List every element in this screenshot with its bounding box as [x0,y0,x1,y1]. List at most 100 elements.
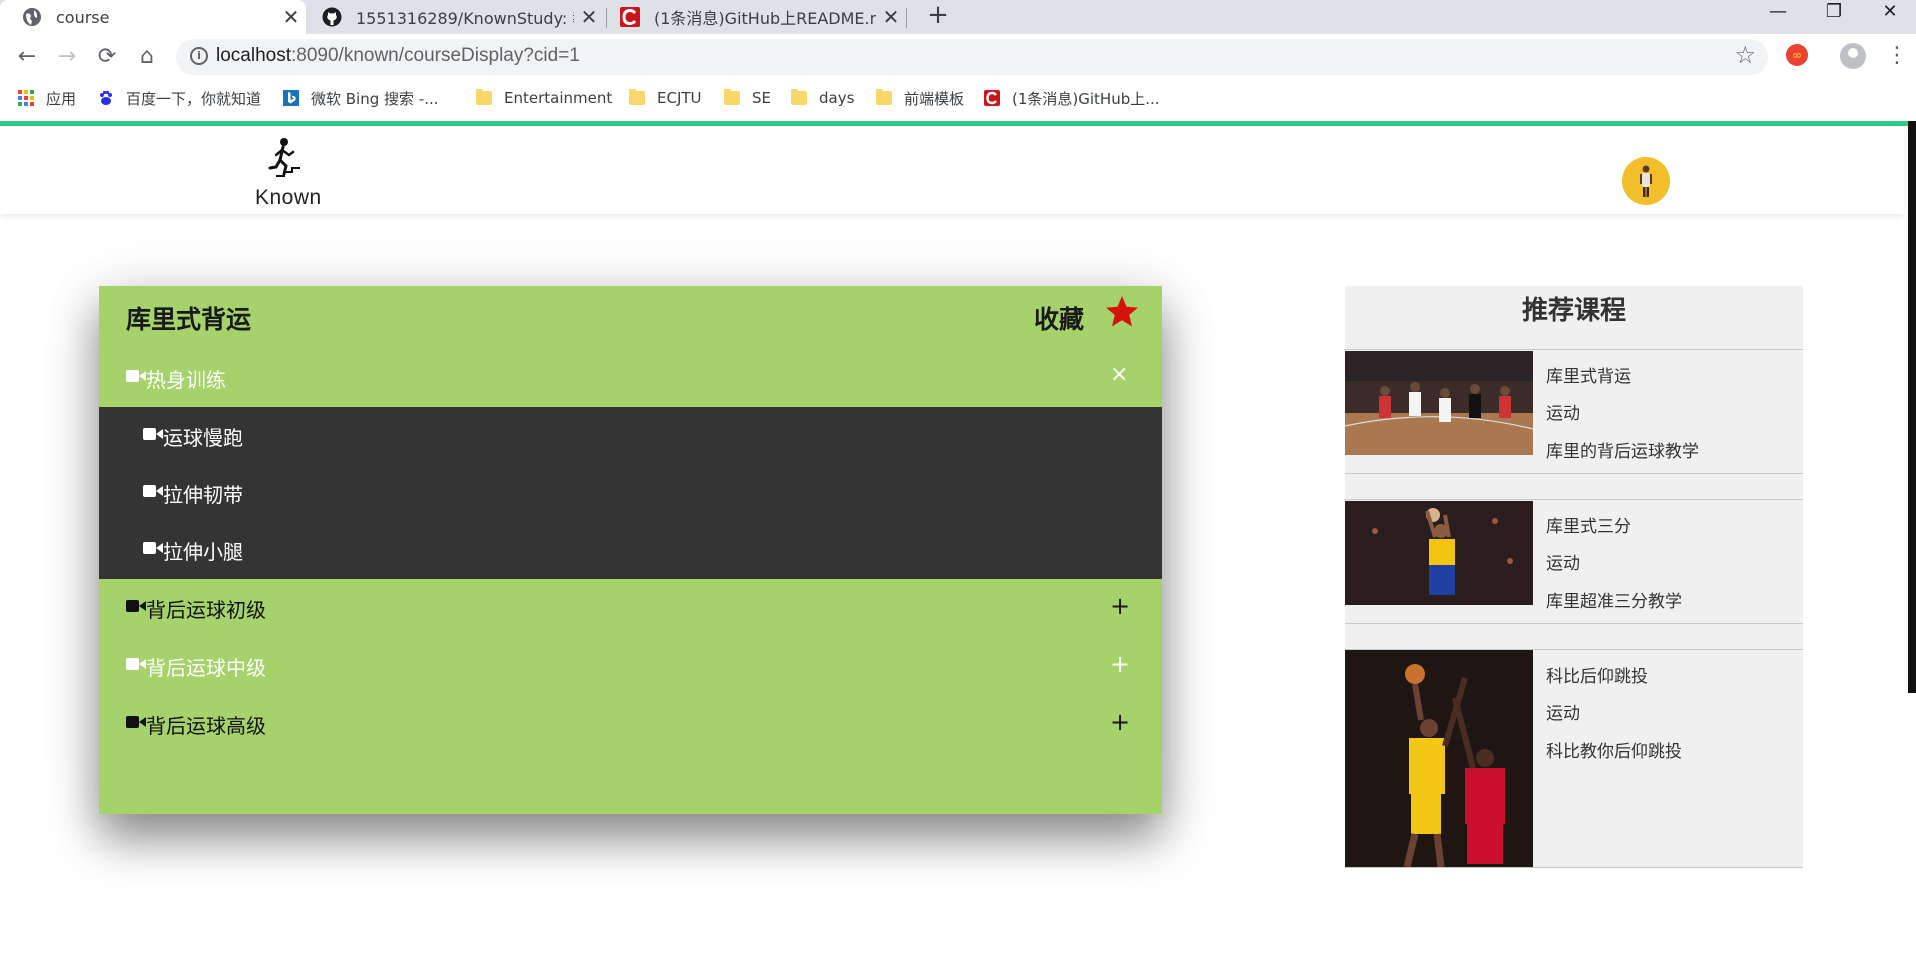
url-path: :8090/known/courseDisplay?cid=1 [291,45,580,66]
chapter-advanced[interactable]: 背后运球高级 + [99,695,1162,753]
recommend-name[interactable]: 科比后仰跳投 [1546,662,1648,687]
expand-icon[interactable]: + [1110,592,1130,620]
course-thumbnail [1345,351,1533,455]
bookmark-label: 百度一下，你就知道 [126,89,262,108]
recommend-panel: 推荐课程 库里式背运 运动 库里的背后运球教学 库里式三分 运动 库里超准三分教… [1345,286,1803,868]
course-card: 库里式背运 收藏 热身训练 × 运球慢跑 拉伸韧带 拉伸小腿 背后运球初级 + … [99,286,1162,814]
scrollbar[interactable] [1908,121,1916,693]
extension-icon[interactable]: ∞ [1786,44,1808,66]
lesson-label: 拉伸小腿 [163,540,243,564]
video-camera-icon [143,485,163,497]
video-camera-icon [143,428,163,440]
bookmark-folder-templates[interactable]: 前端模板 [876,87,964,109]
chapter-label: 背后运球中级 [146,656,266,680]
tab-title: 1551316289/KnownStudy: 教育 [356,9,574,28]
chapter-label: 背后运球初级 [146,598,266,622]
close-window-button[interactable]: ✕ [1862,0,1916,28]
recommend-desc: 库里超准三分教学 [1546,592,1682,612]
tab-course[interactable]: course ✕ [0,0,306,34]
video-camera-icon [126,600,146,612]
close-icon[interactable]: ✕ [276,5,306,29]
apps-icon [18,90,34,106]
folder-icon [724,89,740,105]
close-icon[interactable]: ✕ [876,5,906,29]
url-text[interactable]: localhost:8090/known/courseDisplay?cid=1 [216,45,580,67]
bookmark-folder-entertainment[interactable]: Entertainment [476,87,612,109]
home-icon[interactable]: ⌂ [132,42,162,72]
url-host: localhost [216,45,291,66]
lesson-list: 运球慢跑 拉伸韧带 拉伸小腿 [99,407,1162,579]
recommend-category: 运动 [1546,554,1580,574]
globe-icon [23,8,41,26]
bookmark-star-icon[interactable]: ☆ [1734,41,1756,69]
chapter-basic[interactable]: 背后运球初级 + [99,579,1162,637]
folder-icon [629,89,645,105]
tab-separator [606,8,607,28]
chapter-label: 热身训练 [146,368,226,392]
bookmark-label: 微软 Bing 搜索 -... [311,89,439,108]
favorite-label[interactable]: 收藏 [1034,300,1084,336]
lesson-item[interactable]: 运球慢跑 [99,407,1162,464]
kebab-menu-icon[interactable]: ⋮ [1886,42,1908,70]
bookmark-baidu[interactable]: 百度一下，你就知道 [98,87,261,109]
tab-title: course [56,7,110,27]
recommend-title: 推荐课程 [1521,296,1626,326]
video-camera-icon [143,542,163,554]
avatar-image [1622,157,1670,205]
bookmark-folder-days[interactable]: days [791,87,854,109]
bookmark-folder-ecjtu[interactable]: ECJTU [629,87,702,109]
folder-icon [476,89,492,105]
bookmark-apps[interactable]: 应用 [18,87,76,109]
tab-github[interactable]: 1551316289/KnownStudy: 教育 ✕ [306,0,604,34]
folder-icon [791,89,807,105]
recommend-item[interactable]: 库里式三分 运动 库里超准三分教学 [1345,499,1803,624]
recommend-desc: 库里的背后运球教学 [1546,442,1699,462]
tab-bar: course ✕ 1551316289/KnownStudy: 教育 ✕ (1条… [0,0,1916,34]
chapter-warmup[interactable]: 热身训练 × [99,349,1162,407]
collapse-icon[interactable]: × [1110,362,1128,387]
bookmark-bing[interactable]: 微软 Bing 搜索 -... [283,87,439,109]
tab-title: (1条消息)GitHub上README.md [654,9,876,28]
recommend-item[interactable]: 库里式背运 运动 库里的背后运球教学 [1345,349,1803,474]
bookmark-csdn[interactable]: (1条消息)GitHub上... [984,87,1160,109]
expand-icon[interactable]: + [1110,708,1130,736]
course-thumbnail [1345,501,1533,605]
bing-icon [283,90,299,106]
chapter-intermediate[interactable]: 背后运球中级 + [99,637,1162,695]
logo-text[interactable]: Known [255,186,322,210]
video-camera-icon [126,716,146,728]
close-icon[interactable]: ✕ [574,5,604,29]
bookmark-label: SE [752,89,771,107]
lesson-label: 拉伸韧带 [163,483,243,507]
avatar[interactable] [1622,157,1670,205]
page-content: Known 库里式背运 收藏 热身训练 × 运球慢跑 拉伸韧带 拉伸小腿 背后运… [0,117,1916,969]
expand-icon[interactable]: + [1110,650,1130,678]
lesson-label: 运球慢跑 [163,426,243,450]
browser-toolbar: ← → ⟳ ⌂ i localhost:8090/known/courseDis… [0,34,1916,80]
back-arrow-icon[interactable]: ← [12,42,42,72]
lesson-item[interactable]: 拉伸小腿 [99,521,1162,578]
recommend-name[interactable]: 库里式背运 [1546,362,1631,387]
recommend-name[interactable]: 库里式三分 [1546,512,1631,537]
restore-button[interactable]: ❐ [1806,0,1862,28]
info-icon[interactable]: i [190,47,208,65]
reload-icon[interactable]: ⟳ [92,42,122,72]
bookmark-label: (1条消息)GitHub上... [1012,89,1160,108]
address-bar[interactable]: i localhost:8090/known/courseDisplay?cid… [176,39,1768,75]
recommend-item[interactable]: 科比后仰跳投 运动 科比教你后仰跳投 [1345,649,1803,868]
bookmark-label: days [819,89,855,107]
video-camera-icon [126,370,146,382]
forward-arrow-icon[interactable]: → [52,42,82,72]
profile-icon[interactable] [1840,43,1866,69]
star-icon[interactable] [1104,294,1140,330]
minimize-button[interactable]: — [1750,0,1806,28]
new-tab-button[interactable]: + [920,0,956,34]
bookmark-label: 前端模板 [904,89,965,108]
csdn-icon [984,90,1000,106]
video-camera-icon [126,658,146,670]
tab-csdn[interactable]: (1条消息)GitHub上README.md ✕ [608,0,906,34]
bookmarks-bar: 应用 百度一下，你就知道 微软 Bing 搜索 -... Entertainme… [0,80,1916,117]
bookmark-folder-se[interactable]: SE [724,87,771,109]
csdn-icon [620,7,640,27]
lesson-item[interactable]: 拉伸韧带 [99,464,1162,521]
